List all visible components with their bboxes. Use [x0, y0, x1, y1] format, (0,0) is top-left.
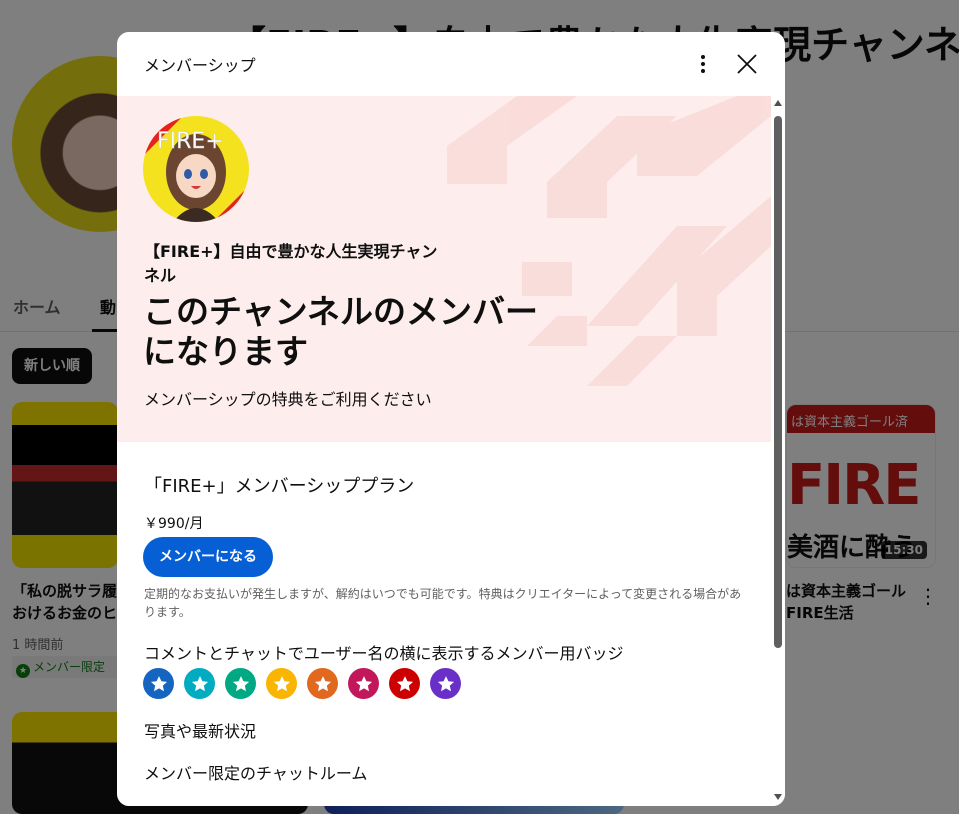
member-badge-star-icon: [143, 668, 174, 699]
plan-title: 「FIRE+」メンバーシッププラン: [144, 476, 415, 497]
member-badge-star-icon: [266, 668, 297, 699]
member-badge-star-icon: [307, 668, 338, 699]
perk-members-chat: メンバー限定のチャットルーム: [144, 764, 368, 783]
close-button[interactable]: [729, 46, 765, 82]
more-options-button[interactable]: [687, 48, 719, 80]
svg-text:FIRE+: FIRE+: [157, 129, 224, 154]
membership-hero: FIRE+ 【FIRE+】自由で豊かな人生実現チャンネル このチャンネルのメンバ…: [117, 96, 771, 442]
billing-disclaimer: 定期的なお支払いが発生しますが、解約はいつでも可能です。特典はクリエイターによっ…: [144, 587, 742, 619]
channel-name: 【FIRE+】自由で豊かな人生実現チャンネル: [144, 242, 438, 285]
member-badge-star-icon: [389, 668, 420, 699]
dialog-header: メンバーシップ: [117, 32, 785, 96]
membership-subline: メンバーシップの特典をご利用ください: [144, 390, 432, 409]
join-membership-button[interactable]: メンバーになる: [143, 537, 273, 577]
avatar-illustration: FIRE+: [143, 116, 249, 222]
badge-perk-title: コメントとチャットでユーザー名の横に表示するメンバー用バッジ: [144, 644, 624, 663]
more-vert-icon: [701, 55, 705, 73]
member-badge-star-icon: [348, 668, 379, 699]
scroll-down-arrow-icon[interactable]: [774, 794, 782, 800]
dialog-title: メンバーシップ: [144, 56, 256, 75]
dialog-scrollbar[interactable]: [771, 96, 785, 806]
scroll-up-arrow-icon[interactable]: [774, 100, 782, 106]
membership-headline: このチャンネルのメンバーになります: [143, 292, 539, 371]
member-badge-star-icon: [430, 668, 461, 699]
membership-dialog: メンバーシップ FIRE+ 【FIRE+】自由で豊かな人生実現チャンネル このチ…: [117, 32, 785, 806]
member-badge-list: [143, 668, 461, 699]
perk-photos-updates: 写真や最新状況: [144, 722, 257, 741]
member-badge-star-icon: [184, 668, 215, 699]
member-badge-star-icon: [225, 668, 256, 699]
scrollbar-thumb[interactable]: [774, 116, 782, 648]
close-icon: [737, 54, 757, 74]
plan-price: ￥990/月: [144, 516, 204, 532]
channel-avatar: FIRE+: [143, 116, 249, 222]
